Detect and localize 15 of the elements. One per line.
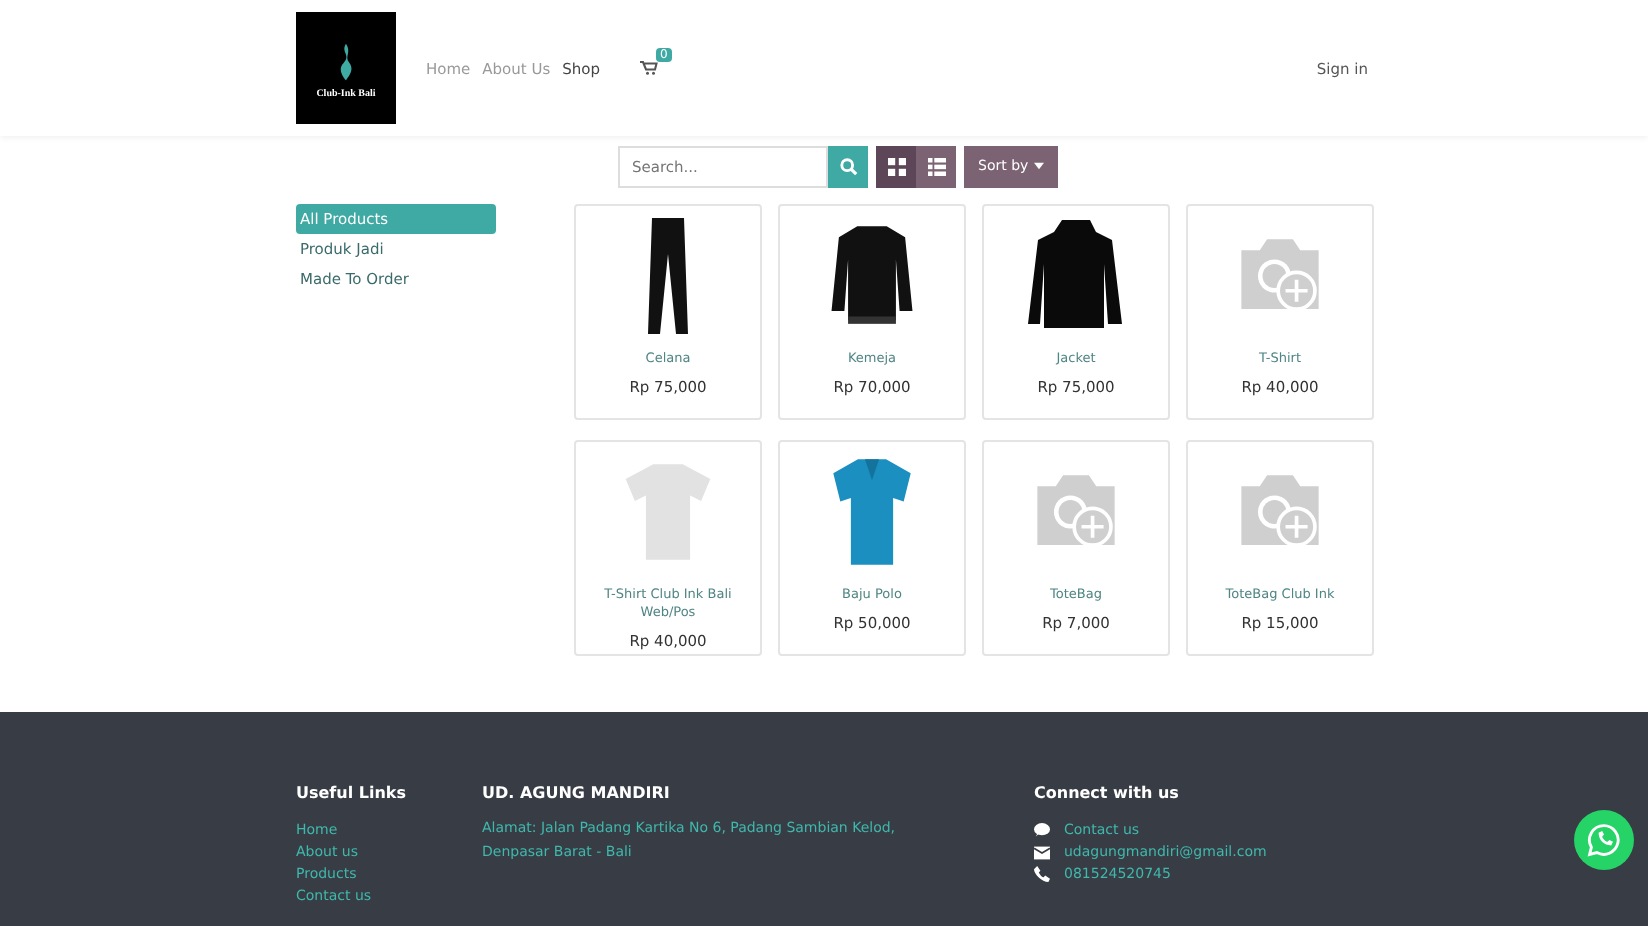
chat-bubble-icon bbox=[1034, 822, 1050, 838]
list-icon bbox=[927, 157, 945, 175]
footer-heading: Useful Links bbox=[296, 784, 409, 802]
envelope-icon bbox=[1034, 845, 1050, 859]
cart-icon[interactable] bbox=[640, 60, 658, 76]
view-toggle-button[interactable] bbox=[876, 145, 916, 187]
phone-chat-icon bbox=[1586, 822, 1622, 858]
caret-icon bbox=[1034, 162, 1045, 170]
footer-heading: Connect with us bbox=[1034, 784, 1181, 802]
search-icon bbox=[839, 157, 857, 175]
footer-heading: UD. AGUNG MANDIRI bbox=[482, 784, 672, 802]
view-toggle-button[interactable] bbox=[916, 145, 956, 187]
phone-icon bbox=[1034, 866, 1050, 882]
grid-icon bbox=[887, 157, 905, 175]
t-shirt-image bbox=[622, 458, 714, 566]
